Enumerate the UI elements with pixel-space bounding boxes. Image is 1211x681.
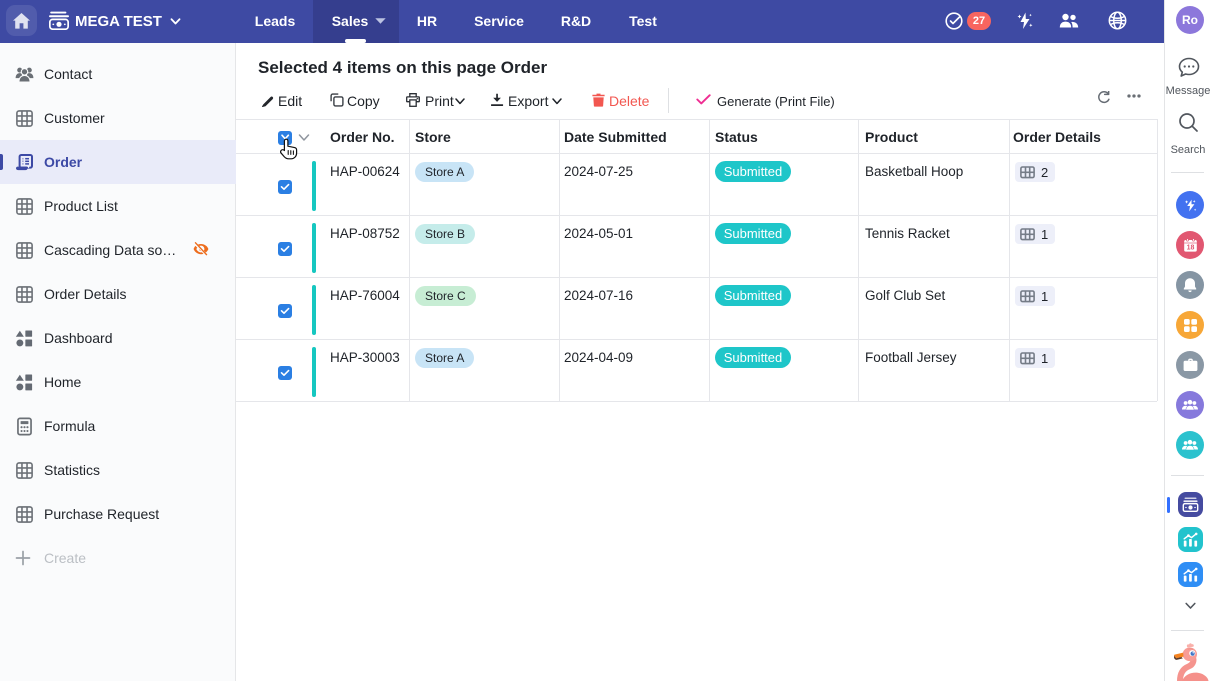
svg-text:18: 18 [1186, 244, 1194, 251]
